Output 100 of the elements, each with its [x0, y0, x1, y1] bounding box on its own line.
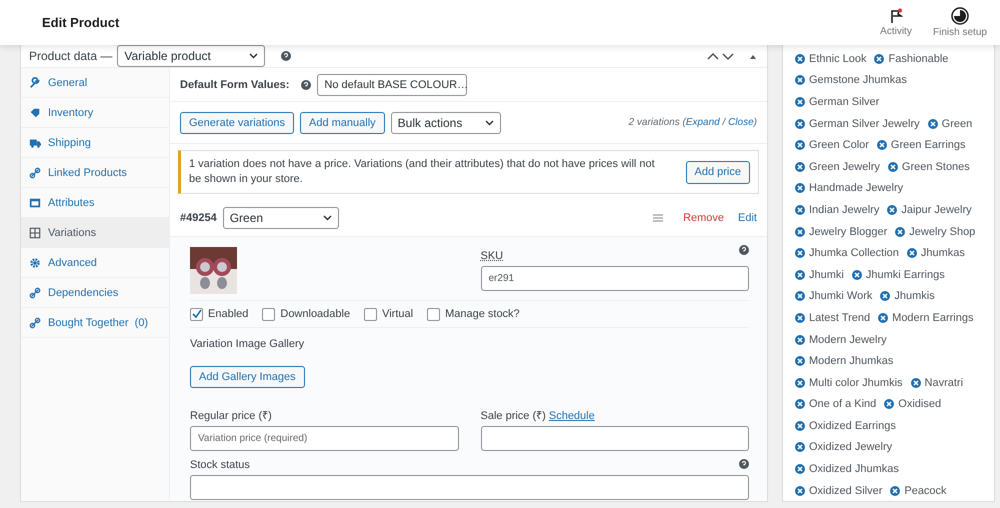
- gallery-label: Variation Image Gallery: [190, 338, 306, 350]
- remove-tag-icon[interactable]: [795, 442, 805, 452]
- help-icon[interactable]: [739, 459, 749, 469]
- caret-icon: [484, 120, 494, 126]
- tab[interactable]: Dependencies: [21, 278, 169, 308]
- remove-tag-icon[interactable]: [878, 312, 888, 323]
- remove-tag-icon[interactable]: [795, 356, 805, 366]
- sale-price-field[interactable]: [480, 426, 749, 451]
- tag: One of a Kind: [795, 398, 876, 410]
- tab[interactable]: Advanced: [21, 248, 169, 278]
- tab[interactable]: General: [21, 68, 169, 98]
- tag: Multi color Jhumkis: [795, 376, 903, 389]
- tab[interactable]: Variations: [21, 218, 169, 248]
- price-field[interactable]: Variation price (required): [190, 426, 458, 451]
- remove-tag-icon[interactable]: [795, 378, 805, 388]
- tag: Oxidized Silver: [795, 484, 882, 497]
- remove-tag-icon[interactable]: [795, 54, 805, 64]
- remove-tag-icon[interactable]: [887, 204, 898, 215]
- edit-link[interactable]: Edit: [738, 212, 757, 224]
- setup-button[interactable]: Finish setup: [928, 7, 992, 38]
- tab-icon: [29, 226, 41, 238]
- remove-tag-icon[interactable]: [795, 162, 805, 172]
- checkbox[interactable]: [427, 308, 440, 320]
- variation-id: #49254: [180, 212, 217, 224]
- remove-tag-icon[interactable]: [795, 420, 805, 431]
- caret-icon: [322, 215, 332, 221]
- default-value-select[interactable]: No default BASE COLOUR…: [317, 74, 468, 96]
- remove-tag-icon[interactable]: [910, 378, 921, 388]
- remove-tag-icon[interactable]: [795, 399, 805, 410]
- remove-tag-icon[interactable]: [795, 118, 805, 129]
- attribute-select[interactable]: Green: [222, 207, 339, 229]
- remove-tag-icon[interactable]: [795, 226, 805, 237]
- remove-tag-icon[interactable]: [795, 204, 805, 215]
- remove-tag-icon[interactable]: [884, 399, 894, 410]
- remove-tag-icon[interactable]: [795, 248, 805, 258]
- remove-tag-icon[interactable]: [795, 183, 805, 194]
- drag-handle-icon[interactable]: [653, 214, 664, 222]
- tab[interactable]: Shipping: [21, 128, 169, 158]
- variation-count: 2 variations (Expand / Close): [628, 117, 757, 128]
- expand-link[interactable]: Expand: [686, 117, 720, 128]
- tab-icon: [29, 286, 41, 298]
- notice-text: 1 variation does not have a price. Variations (and their attributes) that do not have prices will not be shown in your store.: [189, 157, 656, 187]
- tab[interactable]: Inventory: [21, 98, 169, 128]
- add-gallery-button[interactable]: Add Gallery Images: [190, 366, 305, 388]
- tag: Oxidized Jewelry: [795, 441, 892, 454]
- add-price-button[interactable]: Add price: [686, 160, 750, 184]
- remove-tag-icon[interactable]: [795, 140, 805, 150]
- tag: Jewelry Shop: [895, 226, 976, 238]
- remove-tag-icon[interactable]: [795, 486, 805, 496]
- tag: Oxidized Jhumkas: [795, 463, 899, 476]
- remove-tag-icon[interactable]: [928, 118, 938, 129]
- checkbox[interactable]: [364, 308, 378, 320]
- checkbox[interactable]: [262, 308, 276, 320]
- product-type-select[interactable]: Variable product: [117, 45, 266, 67]
- field-label: Sale price (₹) Schedule: [480, 409, 596, 422]
- toolbar-button[interactable]: Add manually: [300, 112, 385, 134]
- remove-tag-icon[interactable]: [795, 96, 805, 107]
- toolbar-button[interactable]: Generate variations: [180, 112, 294, 134]
- sku-field[interactable]: er291: [480, 266, 749, 291]
- tab-icon: [29, 196, 41, 208]
- remove-tag-icon[interactable]: [795, 291, 805, 302]
- remove-tag-icon[interactable]: [888, 162, 898, 172]
- tag: Jhumki Earrings: [852, 268, 945, 281]
- tag: Modern Jewelry: [795, 334, 887, 346]
- field-label: Stock status: [190, 459, 250, 471]
- checkbox-label: Manage stock?: [445, 308, 520, 320]
- remove-tag-icon[interactable]: [895, 226, 906, 237]
- tag: Green Jewelry: [795, 160, 880, 173]
- remove-tag-icon[interactable]: [795, 464, 805, 474]
- activity-button[interactable]: Activity: [864, 8, 928, 37]
- close-link[interactable]: Close: [728, 117, 754, 128]
- tag: Modern Earrings: [878, 312, 974, 324]
- remove-tag-icon[interactable]: [890, 486, 900, 496]
- tag: Green Earrings: [876, 139, 966, 152]
- remove-tag-icon[interactable]: [795, 334, 805, 345]
- help-icon[interactable]: [739, 245, 749, 255]
- stock-status-select[interactable]: [190, 475, 749, 500]
- remove-tag-icon[interactable]: [795, 312, 805, 323]
- move-arrows-icon[interactable]: [707, 51, 757, 61]
- tab[interactable]: Linked Products: [21, 158, 169, 188]
- schedule-link[interactable]: Schedule: [548, 410, 595, 422]
- checkbox[interactable]: [190, 308, 203, 320]
- remove-tag-icon[interactable]: [876, 140, 887, 150]
- bulk-actions-select[interactable]: Bulk actions: [390, 112, 501, 134]
- tag: Navratri: [910, 376, 964, 389]
- help-icon[interactable]: [301, 80, 312, 90]
- remove-link[interactable]: Remove: [683, 212, 724, 224]
- help-icon[interactable]: [281, 51, 292, 61]
- remove-tag-icon[interactable]: [874, 54, 884, 64]
- tag: Green: [928, 118, 972, 130]
- tag: Green Stones: [888, 160, 970, 173]
- remove-tag-icon[interactable]: [880, 291, 890, 302]
- remove-tag-icon[interactable]: [852, 270, 862, 280]
- tag: Jhumkas: [906, 247, 965, 260]
- remove-tag-icon[interactable]: [795, 75, 805, 86]
- tab[interactable]: Bought Together (0): [21, 308, 169, 338]
- remove-tag-icon[interactable]: [906, 248, 917, 258]
- remove-tag-icon[interactable]: [795, 270, 805, 280]
- tab-icon: [29, 136, 41, 148]
- checkbox-label: Virtual: [382, 308, 414, 320]
